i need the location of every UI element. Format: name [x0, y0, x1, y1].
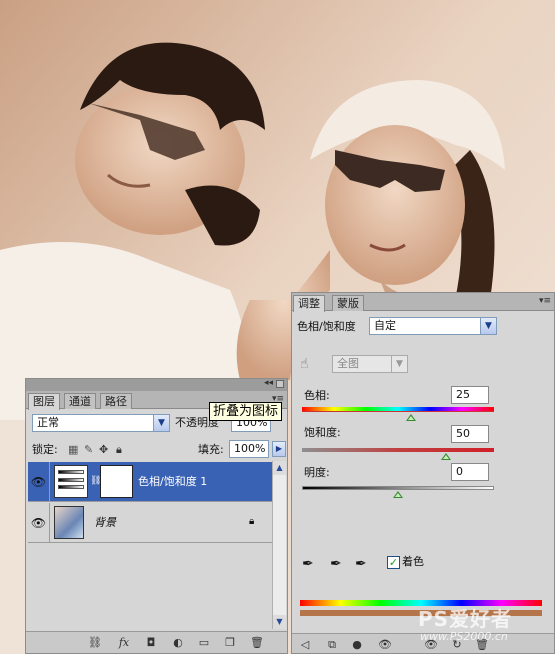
hue-input[interactable]: 25 [451, 386, 489, 404]
hue-slider-thumb[interactable] [406, 414, 417, 421]
tab-paths[interactable]: 路径 [100, 393, 132, 409]
chevron-down-icon[interactable]: ▼ [153, 415, 169, 431]
hue-gradient-underline [302, 411, 494, 412]
channel-value: 全图 [337, 357, 359, 370]
mask-icon[interactable]: ◘ [144, 636, 158, 650]
lock-transparency-icon[interactable]: ▦ [68, 443, 78, 457]
layer-name[interactable]: 背景 [94, 516, 116, 530]
saturation-label: 饱和度: [304, 426, 341, 439]
eye-icon[interactable]: 👁︎ [28, 503, 50, 543]
link-icon[interactable]: ⛓ [88, 636, 102, 650]
hand-icon[interactable]: ☝ [300, 357, 309, 371]
folder-icon[interactable]: ▭ [197, 636, 211, 650]
saturation-value: 50 [456, 427, 470, 440]
watermark-url: www.PS2000.cn [420, 630, 508, 643]
layer-thumbnail [54, 506, 84, 539]
panel-menu-icon[interactable]: ▾≡ [539, 296, 551, 307]
eye-icon[interactable]: 👁︎ [378, 638, 392, 652]
lightness-slider-thumb[interactable] [393, 491, 403, 498]
layers-bottom-bar: ⛓ fx ◘ ◐ ▭ ❐ 🗑︎ [26, 631, 287, 653]
hue-value: 25 [456, 388, 470, 401]
watermark-logo: PS爱好者 [418, 607, 513, 631]
channel-select[interactable]: 全图 ▼ [332, 355, 408, 373]
tab-adjustments[interactable]: 调整 [293, 295, 325, 312]
tab-channels[interactable]: 通道 [64, 393, 96, 409]
eyedropper-icon[interactable]: ✒ [302, 557, 314, 571]
tab-masks[interactable]: 蒙版 [332, 295, 364, 311]
adjustment-layer-icon [54, 465, 88, 498]
colorize-label[interactable]: 着色 [402, 555, 424, 569]
adjust-tabbar: 调整 蒙版 ▾≡ [292, 293, 554, 312]
scroll-down-arrow[interactable]: ▼ [273, 615, 286, 629]
clip-to-layer-icon[interactable]: ● [350, 638, 364, 652]
blend-mode-select[interactable]: 正常 ▼ [32, 414, 170, 432]
lightness-gradient [302, 486, 494, 490]
lock-label: 锁定: [32, 443, 58, 456]
fx-icon[interactable]: fx [117, 636, 131, 650]
lock-pixels-icon[interactable]: ✎ [84, 443, 93, 457]
trash-icon[interactable]: 🗑︎ [250, 636, 264, 650]
eyedropper-minus-icon[interactable]: ✒ [355, 557, 367, 571]
hue-label: 色相: [304, 389, 330, 402]
panel-title-strip: ◂◂ [26, 378, 287, 391]
colorize-checkbox[interactable]: ✓ [387, 556, 400, 569]
lock-position-icon[interactable]: ✥ [99, 443, 108, 457]
layer-name[interactable]: 色相/饱和度 1 [138, 475, 207, 489]
expand-view-icon[interactable]: ⧉ [325, 638, 339, 652]
adjustment-layer-icon[interactable]: ◐ [171, 636, 185, 650]
fill-value: 100% [234, 442, 266, 455]
adjustment-title: 色相/饱和度 [297, 320, 356, 333]
preset-value: 自定 [374, 319, 396, 332]
fill-field[interactable]: 100% [229, 440, 269, 458]
saturation-gradient [302, 448, 494, 452]
eye-icon[interactable]: 👁︎ [28, 462, 50, 502]
layers-scrollbar[interactable]: ▲ ▼ [272, 461, 286, 629]
saturation-slider-thumb[interactable] [441, 453, 451, 460]
layer-row-hue-saturation[interactable]: 👁︎ ⛓ 色相/饱和度 1 [28, 462, 274, 502]
lightness-value: 0 [456, 465, 463, 478]
new-layer-icon[interactable]: ❐ [223, 636, 237, 650]
lightness-label: 明度: [304, 466, 330, 479]
collapse-to-icons-button[interactable]: ◂◂ [264, 378, 273, 388]
adjustments-panel: 调整 蒙版 ▾≡ 色相/饱和度 自定 ▼ ☝ 全图 ▼ 色相: 25 饱和度: … [291, 292, 555, 654]
lightness-input[interactable]: 0 [451, 463, 489, 481]
lock-all-icon[interactable]: 🔒︎ [116, 443, 122, 457]
preset-select[interactable]: 自定 ▼ [369, 317, 497, 335]
fill-label: 填充: [198, 443, 224, 456]
tooltip: 折叠为图标 [209, 402, 283, 421]
fill-slider-arrow[interactable]: ▶ [272, 441, 286, 457]
tab-layers[interactable]: 图层 [28, 393, 60, 410]
layer-mask-thumbnail[interactable] [100, 465, 133, 498]
eyedropper-plus-icon[interactable]: ✒ [330, 557, 342, 571]
saturation-input[interactable]: 50 [451, 425, 489, 443]
chevron-down-icon[interactable]: ▼ [480, 318, 496, 334]
layer-row-background[interactable]: 👁︎ 背景 🔒︎ [28, 503, 274, 543]
blend-mode-value: 正常 [37, 416, 59, 429]
lock-icon: 🔒︎ [249, 516, 255, 527]
chevron-down-icon: ▼ [391, 356, 407, 372]
scroll-up-arrow[interactable]: ▲ [273, 461, 286, 475]
close-panel-button[interactable] [276, 380, 284, 388]
back-arrow-icon[interactable]: ◁ [298, 638, 312, 652]
